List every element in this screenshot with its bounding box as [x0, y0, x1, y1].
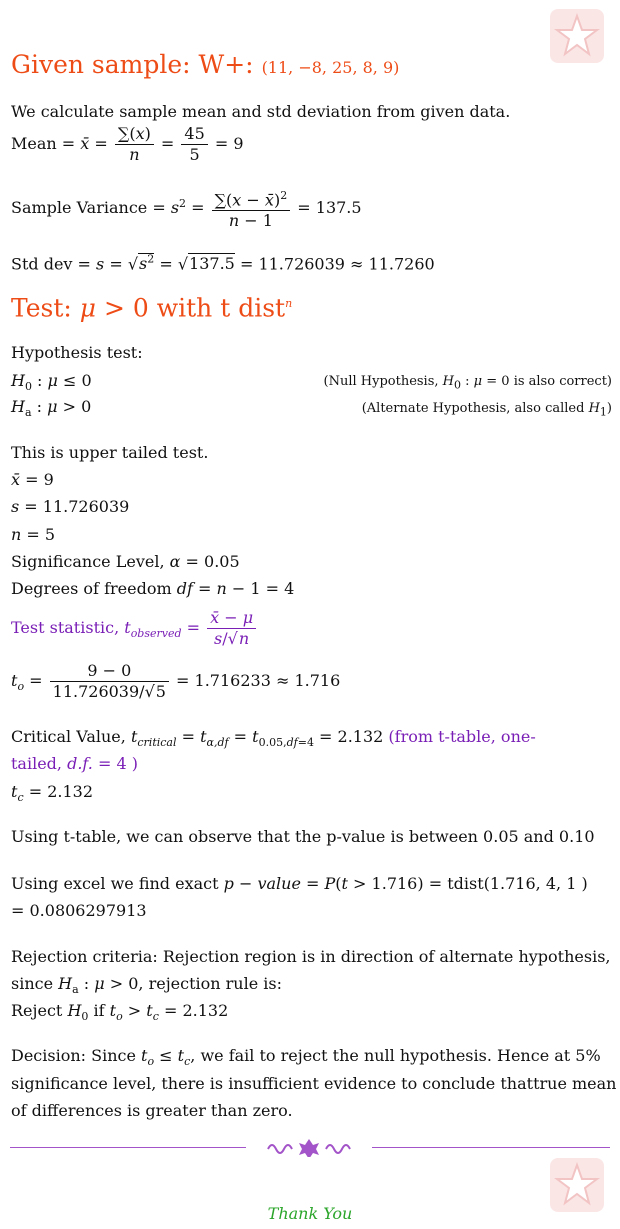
null-hypothesis-note: (Null Hypothesis, H0 : μ = 0 is also cor… — [323, 374, 613, 392]
test-heading: Test: μ > 0 with t distn — [11, 293, 293, 323]
solution-page: Given sample: W+: (11, −8, 25, 8, 9) We … — [0, 0, 620, 1229]
given-xbar: x̄ = 9 — [11, 470, 54, 489]
variance-formula: Sample Variance = s2 = ∑(x − x̄)2 n − 1 =… — [11, 186, 362, 231]
decision-line-3: of differences is greater than zero. — [11, 1101, 293, 1120]
divider-left — [10, 1147, 246, 1148]
test-statistic-value: to = 9 − 0 11.726039/√5 = 1.716233 ≈ 1.71… — [11, 661, 341, 701]
excel-pvalue: Using excel we find exact p − value = P(… — [11, 874, 588, 893]
given-n: n = 5 — [11, 525, 56, 544]
rejection-line-1: Rejection criteria: Rejection region is … — [11, 947, 611, 966]
given-s: s = 11.726039 — [11, 497, 130, 516]
alternate-hypothesis: Ha : μ > 0 — [11, 397, 92, 420]
thank-you-text: Thank You — [267, 1204, 353, 1223]
alternate-hypothesis-note: (Alternate Hypothesis, also called H1) — [361, 401, 612, 419]
rejection-line-2: since Ha : μ > 0, rejection rule is: — [11, 974, 282, 997]
hypothesis-title: Hypothesis test: — [11, 343, 143, 362]
divider-right — [372, 1147, 610, 1148]
critical-note-cont: tailed, d.f. = 4 ) — [11, 754, 138, 773]
decision-line-2: significance level, there is insufficien… — [11, 1074, 617, 1093]
rejection-rule: Reject H0 if to > tc = 2.132 — [11, 1001, 229, 1024]
null-hypothesis: H0 : μ ≤ 0 — [11, 371, 92, 394]
mean-formula: Mean = x̄ = ∑(x) n = 45 5 = 9 — [11, 124, 244, 164]
critical-value: Critical Value, tcritical = tα,df = t0.0… — [11, 727, 536, 750]
sample-heading: Given sample: W+: (11, −8, 25, 8, 9) — [11, 50, 400, 79]
test-statistic-formula: Test statistic, tobserved = x̄ − μ s/√n — [11, 608, 258, 649]
divider-ornament-icon — [267, 1139, 351, 1157]
excel-result: = 0.0806297913 — [11, 901, 147, 920]
stddev-formula: Std dev = s = √s2 = √137.5 = 11.726039 ≈… — [11, 253, 435, 274]
decision-line-1: Decision: Since to ≤ tc, we fail to reje… — [11, 1046, 601, 1069]
tc-value: tc = 2.132 — [11, 782, 93, 805]
pvalue-table-text: Using t-table, we can observe that the p… — [11, 827, 595, 846]
brand-logo-icon — [550, 9, 604, 63]
test-type: This is upper tailed test. — [11, 443, 209, 462]
critical-note: (from t-table, one- — [388, 727, 536, 746]
given-alpha: Significance Level, α = 0.05 — [11, 552, 240, 571]
intro-text: We calculate sample mean and std deviati… — [11, 102, 511, 121]
given-df: Degrees of freedom df = n − 1 = 4 — [11, 579, 295, 598]
